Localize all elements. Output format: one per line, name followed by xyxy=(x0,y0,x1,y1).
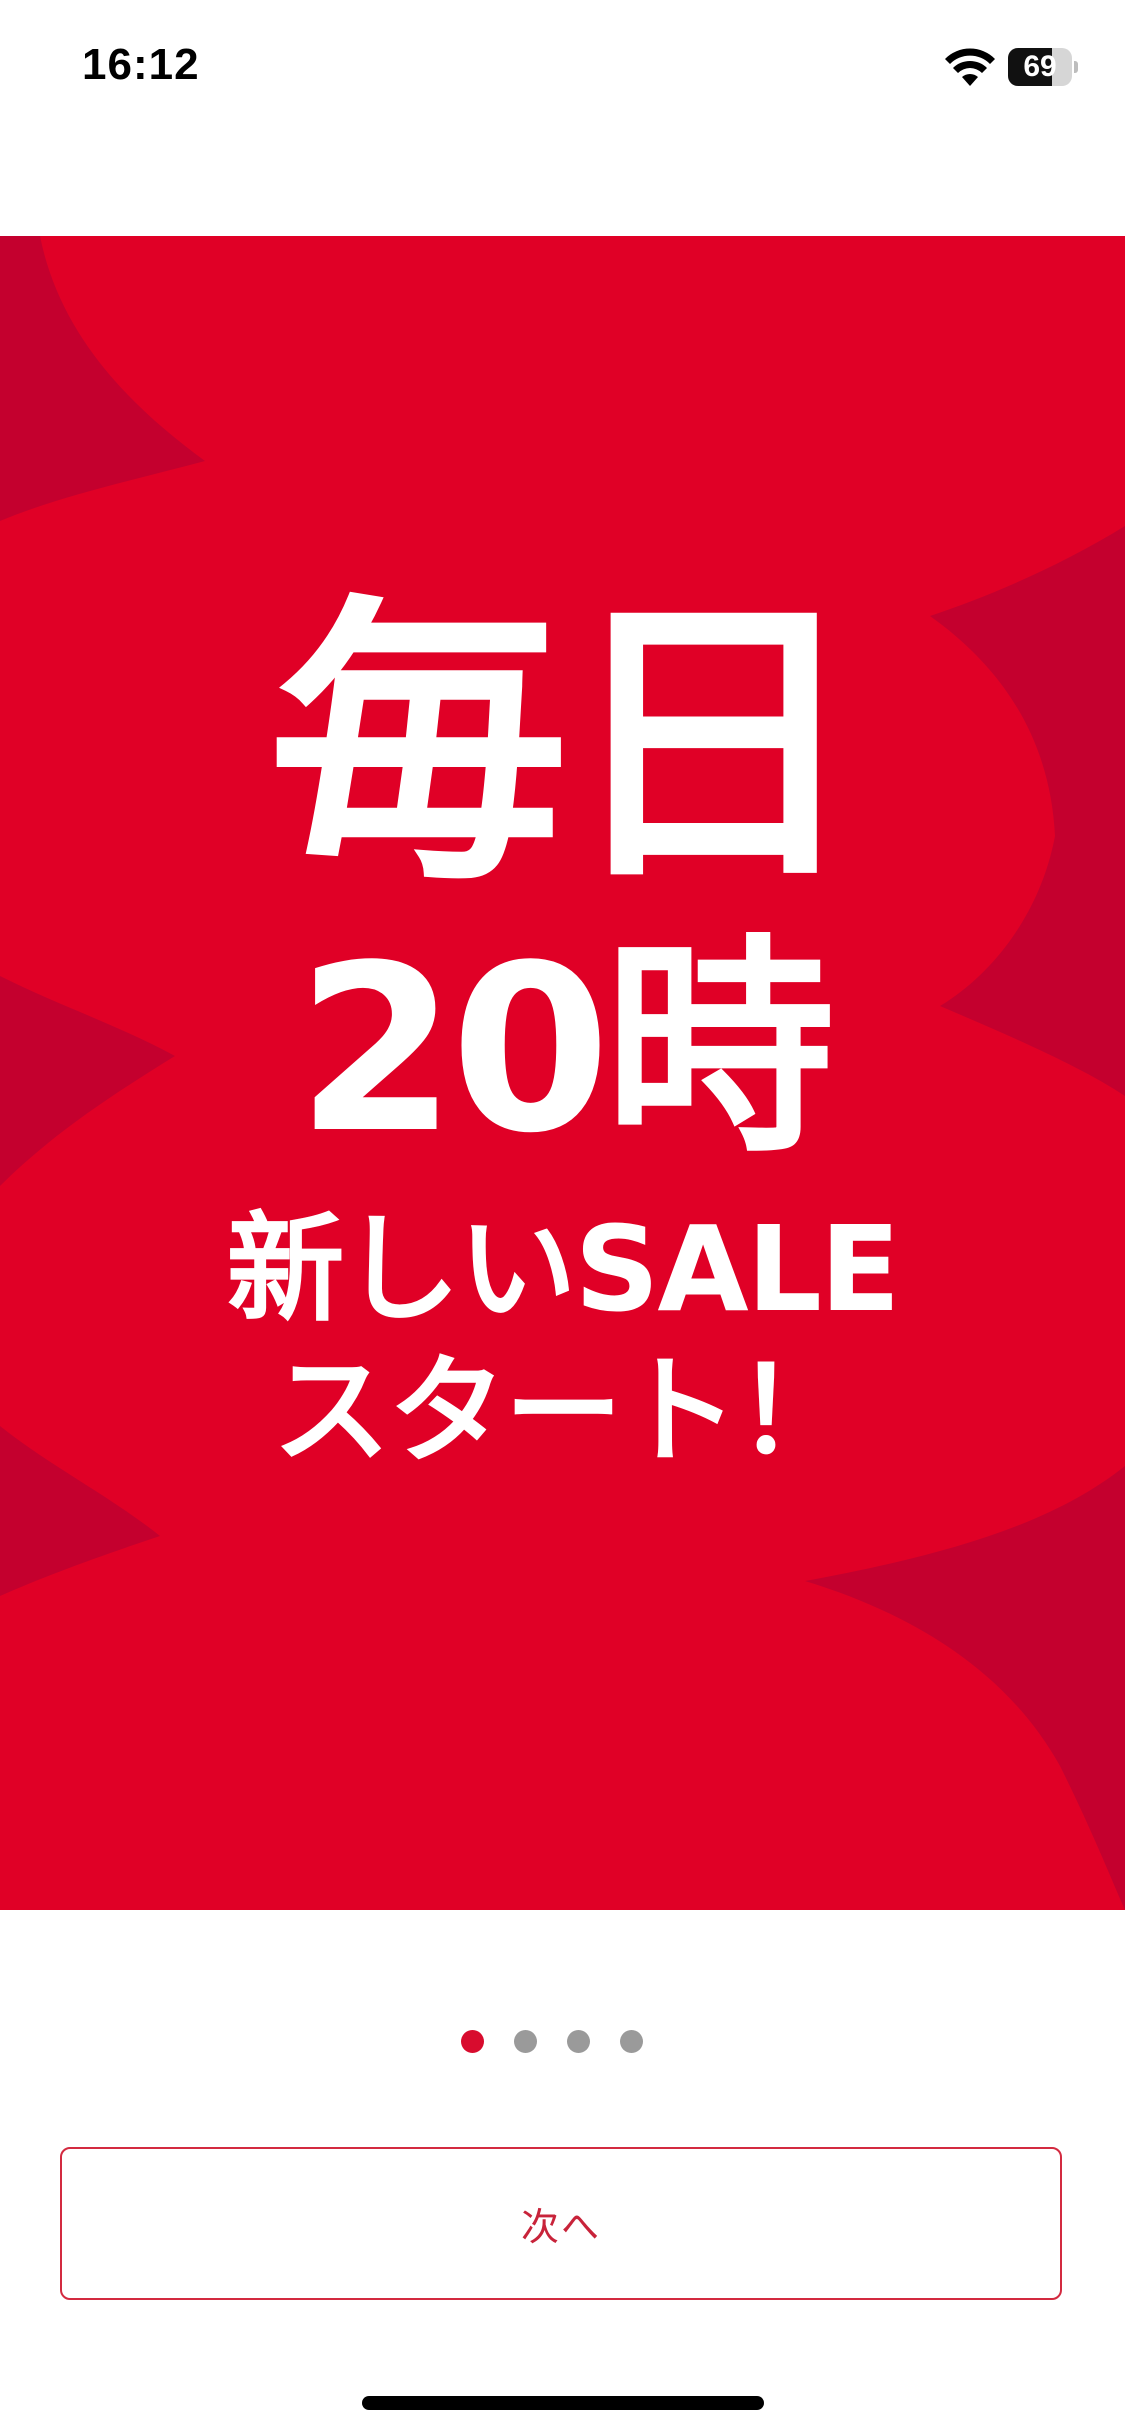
page-dot[interactable] xyxy=(619,2030,643,2053)
next-button[interactable]: 次へ xyxy=(60,2147,1062,2300)
battery-body: 69 xyxy=(1008,48,1072,86)
headline-time: 20時 xyxy=(296,917,834,1184)
battery-icon: 69 xyxy=(1008,48,1078,86)
wifi-icon xyxy=(945,48,995,86)
next-button-label: 次へ xyxy=(520,2205,601,2249)
battery-cap xyxy=(1074,61,1078,73)
page-dot[interactable] xyxy=(566,2030,590,2053)
headline-every-day: 毎日 xyxy=(268,571,863,920)
promo-banner: 毎日 20時 新しいSALE スタート！ xyxy=(0,236,1125,1910)
page-dot[interactable] xyxy=(460,2030,484,2053)
headline-new-sale: 新しいSALE xyxy=(226,1200,900,1338)
home-indicator[interactable] xyxy=(362,2396,764,2410)
status-bar: 16:12 69 xyxy=(0,0,1125,140)
status-time: 16:12 xyxy=(82,40,200,89)
page-dot[interactable] xyxy=(513,2030,537,2053)
page-indicator[interactable] xyxy=(0,2030,1125,2054)
battery-level: 69 xyxy=(1023,50,1057,83)
headline-start: スタート！ xyxy=(272,1342,854,1480)
